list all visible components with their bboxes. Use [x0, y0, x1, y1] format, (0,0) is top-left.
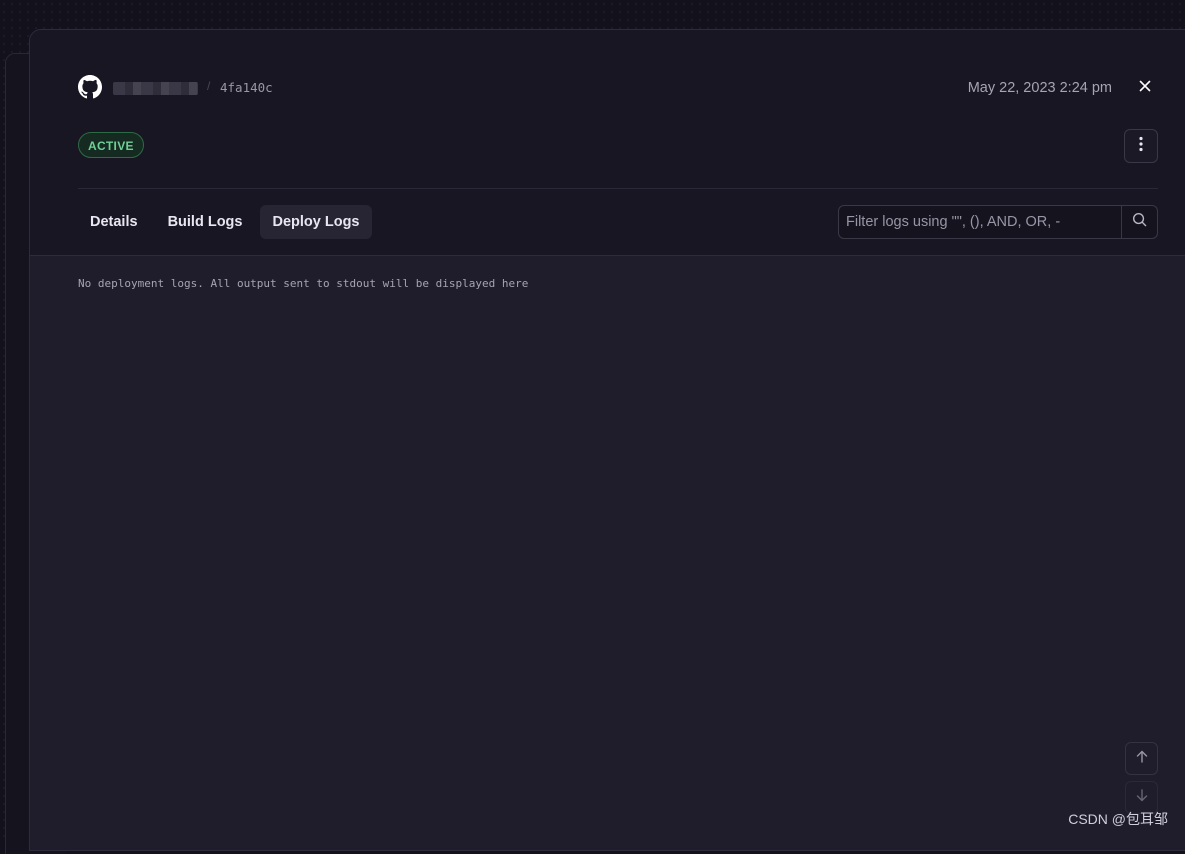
deployment-modal: / 4fa140c May 22, 2023 2:24 pm ACTIVE De… [29, 29, 1185, 851]
more-vertical-icon [1139, 136, 1143, 157]
log-filter [838, 205, 1158, 239]
log-filter-input[interactable] [839, 206, 1121, 238]
tab-deploy-logs[interactable]: Deploy Logs [260, 205, 371, 239]
modal-header: / 4fa140c May 22, 2023 2:24 pm ACTIVE De… [30, 30, 1185, 256]
more-options-button[interactable] [1124, 129, 1158, 163]
tab-build-logs[interactable]: Build Logs [156, 205, 255, 239]
header-divider [78, 188, 1158, 189]
empty-logs-message: No deployment logs. All output sent to s… [78, 277, 528, 290]
repo-separator: / [207, 79, 210, 93]
arrow-up-icon [1136, 750, 1148, 768]
scroll-top-button[interactable] [1125, 742, 1158, 775]
tab-details[interactable]: Details [78, 205, 150, 239]
status-badge: ACTIVE [78, 132, 144, 158]
search-icon [1132, 212, 1147, 232]
github-icon [78, 75, 102, 99]
repo-name-redacted[interactable] [113, 82, 198, 95]
watermark: CSDN @包耳邹 [1068, 809, 1168, 829]
commit-hash[interactable]: 4fa140c [220, 80, 273, 95]
log-output-area[interactable]: No deployment logs. All output sent to s… [30, 256, 1185, 851]
close-icon[interactable] [1138, 79, 1152, 93]
log-tabs: Details Build Logs Deploy Logs [78, 205, 372, 239]
arrow-down-icon [1136, 789, 1148, 807]
deploy-date: May 22, 2023 2:24 pm [968, 80, 1112, 96]
search-button[interactable] [1121, 206, 1157, 238]
